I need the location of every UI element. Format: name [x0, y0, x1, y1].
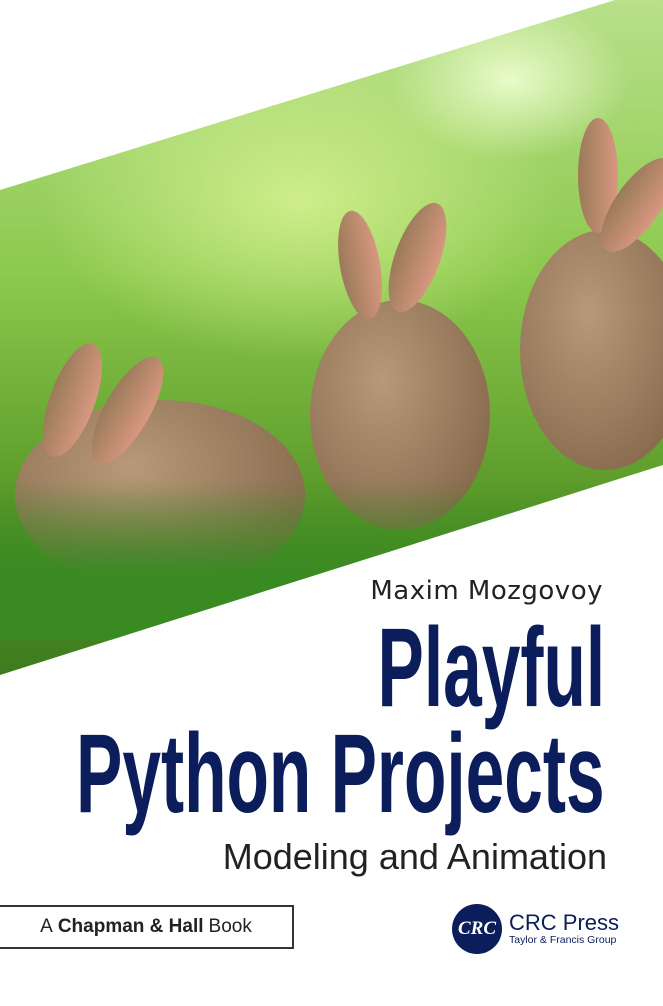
- series-prefix: A: [40, 916, 53, 937]
- crc-logo-icon: CRC: [452, 904, 502, 954]
- series-label-box: A Chapman & Hall Book: [0, 905, 294, 949]
- title-line-2: Python Projects: [76, 711, 605, 836]
- title-line-1: Playful: [377, 605, 605, 730]
- publisher-group: Taylor & Francis Group: [509, 934, 617, 946]
- rabbit-right: [520, 230, 663, 470]
- rabbit-ear: [376, 195, 459, 320]
- series-name: Chapman & Hall: [57, 916, 204, 937]
- subtitle: Modeling and Animation: [222, 836, 607, 877]
- series-suffix: Book: [208, 916, 252, 937]
- publisher-logo: CRC CRC Press Taylor & Francis Group: [452, 904, 619, 954]
- publisher-name: CRC Press: [509, 910, 620, 935]
- author-name: Maxim Mozgovoy: [370, 576, 603, 606]
